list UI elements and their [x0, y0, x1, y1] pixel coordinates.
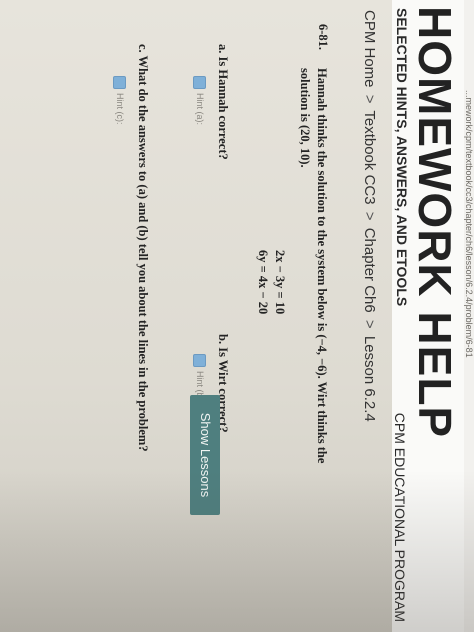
- main-content: CPM Home > Textbook CC3 > Chapter Ch6 > …: [0, 0, 392, 632]
- breadcrumb-cpm-home[interactable]: CPM Home: [361, 10, 378, 88]
- rotated-page: ...mework/cpm/textbook/cc3/chapter/ch6/l…: [0, 0, 474, 632]
- brand-name[interactable]: CPM EDUCATIONAL PROGRAM: [392, 413, 408, 622]
- equation-2: 6y = 4x − 20: [256, 250, 270, 315]
- breadcrumb-separator: >: [361, 211, 378, 221]
- url-text: ...mework/cpm/textbook/cc3/chapter/ch6/l…: [464, 90, 474, 358]
- site-subtitle: SELECTED HINTS, ANSWERS, AND ETOOLS: [394, 8, 410, 307]
- breadcrumb: CPM Home > Textbook CC3 > Chapter Ch6 > …: [361, 10, 378, 422]
- site-header: HOMEWORK HELP SELECTED HINTS, ANSWERS, A…: [392, 0, 464, 632]
- breadcrumb-separator: >: [361, 319, 378, 329]
- part-b-letter: b.: [216, 334, 230, 345]
- hint-a-label: Hint (a):: [195, 93, 205, 126]
- address-bar[interactable]: ...mework/cpm/textbook/cc3/chapter/ch6/l…: [463, 0, 474, 632]
- problem-statement: Hannah thinks the solution to the system…: [298, 68, 329, 464]
- breadcrumb-lesson: Lesson 6.2.4: [361, 335, 378, 422]
- hint-a-button[interactable]: Hint (a):: [192, 76, 208, 125]
- equation-system: 2x − 3y = 10 6y = 4x − 20: [254, 250, 288, 314]
- hint-expand-icon: [193, 354, 207, 367]
- hint-expand-icon: [113, 76, 127, 89]
- part-a-question: Is Hannah correct?: [216, 56, 230, 160]
- site-title: HOMEWORK HELP: [409, 6, 461, 439]
- hint-c-button[interactable]: Hint (c):: [112, 76, 128, 125]
- part-a: a. Is Hannah correct?: [215, 44, 230, 160]
- equation-1: 2x − 3y = 10: [273, 250, 287, 315]
- part-c: c. What do the answers to (a) and (b) te…: [135, 44, 150, 452]
- part-c-question: What do the answers to (a) and (b) tell …: [136, 55, 150, 452]
- hint-expand-icon: [193, 76, 207, 89]
- part-a-letter: a.: [216, 44, 230, 54]
- breadcrumb-separator: >: [361, 94, 378, 104]
- show-lessons-button[interactable]: Show Lessons: [190, 395, 220, 515]
- breadcrumb-textbook[interactable]: Textbook CC3: [361, 110, 378, 204]
- breadcrumb-chapter[interactable]: Chapter Ch6: [361, 228, 378, 313]
- hint-c-label: Hint (c):: [115, 93, 125, 125]
- problem-number: 6-81.: [316, 24, 330, 51]
- part-c-letter: c.: [136, 44, 150, 53]
